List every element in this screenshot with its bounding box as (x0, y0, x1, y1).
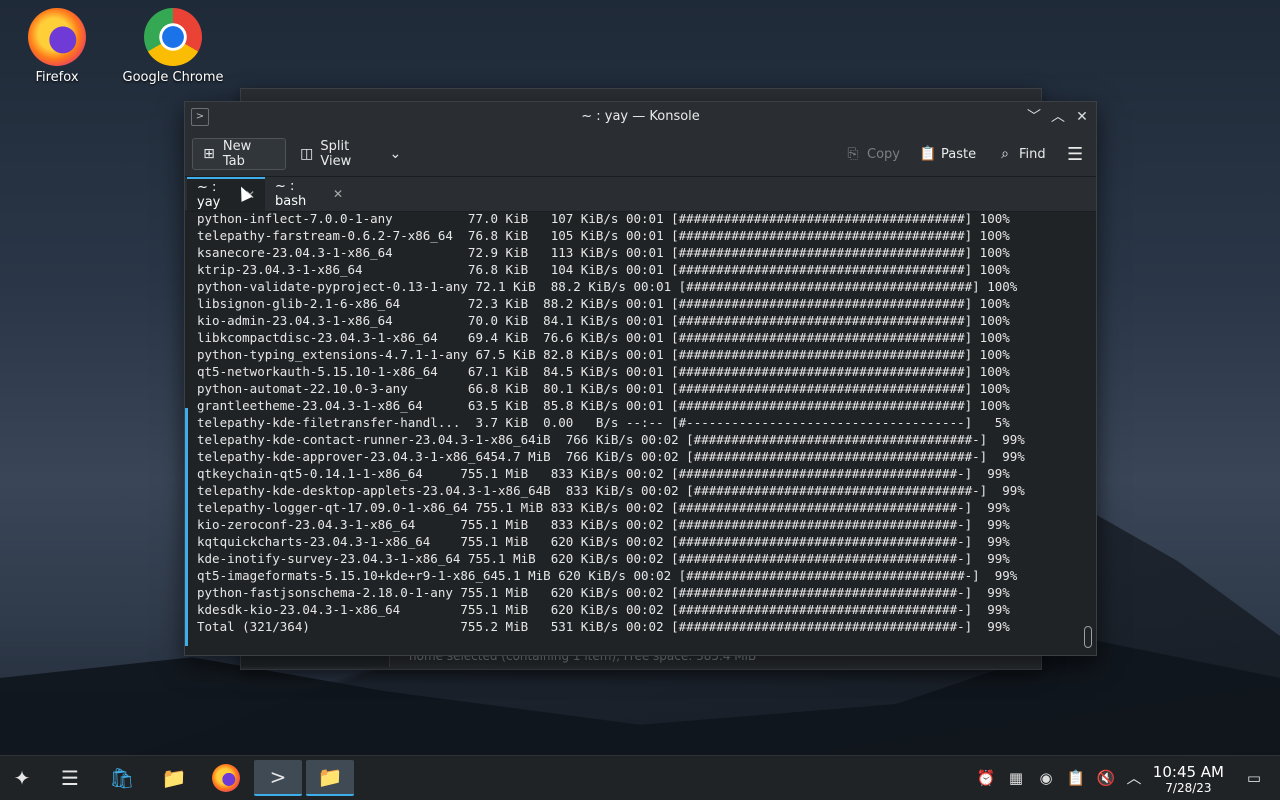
terminal-line: kde-inotify-survey-23.04.3-1-x86_64 755.… (197, 551, 1010, 566)
task-dolphin-window[interactable]: 📁 (306, 760, 354, 796)
chrome-icon (144, 8, 202, 66)
terminal-scrollbar[interactable] (1084, 626, 1092, 648)
desktop-icon-chrome[interactable]: Google Chrome (118, 0, 228, 85)
copy-label: Copy (867, 146, 900, 162)
copy-icon: ⎘ (847, 146, 859, 162)
terminal-line: kio-zeroconf-23.04.3-1-x86_64 755.1 MiB … (197, 517, 1010, 532)
desktop-icon-firefox[interactable]: Firefox (2, 0, 112, 85)
shopping-bag-icon: 🛍 (109, 766, 135, 790)
terminal-line: python-automat-22.10.0-3-any 66.8 KiB 80… (197, 381, 1010, 396)
chevron-up-icon[interactable]: ︿ (1124, 768, 1144, 788)
terminal-line: python-typing_extensions-4.7.1-1-any 67.… (197, 347, 1010, 362)
split-view-label: Split View (320, 139, 352, 169)
output-marker (185, 408, 188, 646)
terminal-line: qt5-imageformats-5.15.10+kde+r9-1-x86_64… (197, 568, 1018, 583)
split-view-button[interactable]: ◫ Split View ⌄ (291, 138, 411, 170)
terminal-line: ksanecore-23.04.3-1-x86_64 72.9 KiB 113 … (197, 245, 1010, 260)
terminal-output[interactable]: python-inflect-7.0.0-1-any 77.0 KiB 107 … (185, 210, 1080, 650)
taskbar: ✦ ☰ 🛍 📁 > 📁 ⏰ ▦ ◉ 📋 🔇 ︿ 10:45 AM 7/28/23… (0, 755, 1280, 800)
folder-icon: 📁 (317, 765, 343, 789)
task-konsole[interactable]: > (254, 760, 302, 796)
konsole-window[interactable]: > ~ : yay — Konsole ﹀ ︿ ✕ ⊞ New Tab ◫ Sp… (184, 101, 1097, 656)
clock[interactable]: 10:45 AM 7/28/23 (1153, 763, 1224, 795)
terminal-line: kio-admin-23.04.3-1-x86_64 70.0 KiB 84.1… (197, 313, 1010, 328)
app-launcher-button[interactable]: ✦ (0, 760, 44, 796)
terminal-line: python-validate-pyproject-0.13-1-any 72.… (197, 279, 1018, 294)
find-button[interactable]: ⌕ Find (989, 138, 1054, 170)
chevron-down-icon: ⌄ (389, 146, 402, 162)
paste-button[interactable]: 📋 Paste (911, 138, 984, 170)
volume-muted-icon[interactable]: 🔇 (1096, 768, 1116, 788)
new-tab-label: New Tab (222, 139, 252, 169)
tab-label: ~ : yay (197, 180, 221, 210)
desktop-icon-label: Firefox (35, 70, 79, 85)
toolbar: ⊞ New Tab ◫ Split View ⌄ ⎘ Copy 📋 Paste … (185, 132, 1096, 177)
new-tab-icon: ⊞ (203, 146, 215, 162)
find-label: Find (1019, 146, 1046, 162)
terminal-line: libkcompactdisc-23.04.3-1-x86_64 69.4 Ki… (197, 330, 1010, 345)
terminal-line: grantleetheme-23.04.3-1-x86_64 63.5 KiB … (197, 398, 1010, 413)
copy-button[interactable]: ⎘ Copy (837, 138, 908, 170)
minimize-button[interactable]: ﹀ (1024, 107, 1044, 127)
update-icon[interactable]: ▦ (1006, 768, 1026, 788)
kde-connect-icon[interactable]: ◉ (1036, 768, 1056, 788)
folder-icon: 📁 (161, 766, 187, 790)
clock-date: 7/28/23 (1165, 781, 1212, 795)
paste-label: Paste (941, 146, 977, 162)
launcher-icon: ✦ (13, 766, 31, 790)
hamburger-icon: ☰ (1067, 143, 1084, 165)
clock-time: 10:45 AM (1152, 763, 1224, 781)
terminal-line: kqtquickcharts-23.04.3-1-x86_64 755.1 Mi… (197, 534, 1010, 549)
maximize-button[interactable]: ︿ (1048, 107, 1068, 127)
firefox-icon (28, 8, 86, 66)
paste-icon: 📋 (919, 146, 937, 162)
close-icon[interactable]: ✕ (333, 187, 343, 201)
terminal-line: Total (321/364) 755.2 MiB 531 KiB/s 00:0… (197, 619, 1010, 634)
terminal-line: telepathy-farstream-0.6.2-7-x86_64 76.8 … (197, 228, 1010, 243)
terminal-line: python-fastjsonschema-2.18.0-1-any 755.1… (197, 585, 1010, 600)
tab-bar: ~ : yay ✕ ~ : bash ✕ (185, 177, 1096, 212)
terminal-line: qtkeychain-qt5-0.14.1-1-x86_64 755.1 MiB… (197, 466, 1010, 481)
task-dolphin[interactable]: 📁 (152, 760, 196, 796)
clipboard-icon[interactable]: 📋 (1066, 768, 1086, 788)
terminal-icon: > (269, 765, 287, 789)
menu-button[interactable]: ☰ (1059, 138, 1087, 170)
new-tab-button[interactable]: ⊞ New Tab (192, 138, 286, 170)
terminal-line: qt5-networkauth-5.15.10-1-x86_64 67.1 Ki… (197, 364, 1010, 379)
tab-yay[interactable]: ~ : yay ✕ (187, 177, 265, 211)
title-bar[interactable]: > ~ : yay — Konsole ﹀ ︿ ✕ (185, 102, 1096, 132)
task-discover[interactable]: 🛍 (100, 760, 144, 796)
close-icon: ✕ (1076, 109, 1088, 125)
terminal-line: telepathy-kde-filetransfer-handl... 3.7 … (197, 415, 1010, 430)
close-button[interactable]: ✕ (1072, 107, 1092, 127)
split-view-icon: ◫ (300, 146, 314, 162)
settings-icon: ☰ (61, 766, 79, 790)
search-icon: ⌕ (1001, 146, 1009, 162)
task-system-settings[interactable]: ☰ (48, 760, 92, 796)
notifications-icon[interactable]: ⏰ (976, 768, 996, 788)
terminal-line: telepathy-logger-qt-17.09.0-1-x86_64 755… (197, 500, 1010, 515)
desktop-icon-label: Google Chrome (122, 70, 224, 85)
firefox-icon (212, 764, 240, 792)
window-title: ~ : yay — Konsole (581, 109, 700, 124)
terminal-line: telepathy-kde-desktop-applets-23.04.3-1-… (197, 483, 1025, 498)
terminal-line: ktrip-23.04.3-1-x86_64 76.8 KiB 104 KiB/… (197, 262, 1010, 277)
terminal-line: telepathy-kde-contact-runner-23.04.3-1-x… (197, 432, 1025, 447)
terminal-line: telepathy-kde-approver-23.04.3-1-x86_645… (197, 449, 1025, 464)
chevron-down-icon: ﹀ (1027, 109, 1041, 125)
terminal-line: libsignon-glib-2.1-6-x86_64 72.3 KiB 88.… (197, 296, 1010, 311)
tab-label: ~ : bash (275, 179, 307, 209)
task-firefox[interactable] (204, 760, 248, 796)
terminal-line: python-inflect-7.0.0-1-any 77.0 KiB 107 … (197, 211, 1010, 226)
tab-bash[interactable]: ~ : bash ✕ (265, 177, 353, 211)
chevron-up-icon: ︿ (1051, 109, 1065, 125)
terminal-line: kdesdk-kio-23.04.3-1-x86_64 755.1 MiB 62… (197, 602, 1010, 617)
show-desktop-icon[interactable]: ▭ (1244, 768, 1264, 788)
